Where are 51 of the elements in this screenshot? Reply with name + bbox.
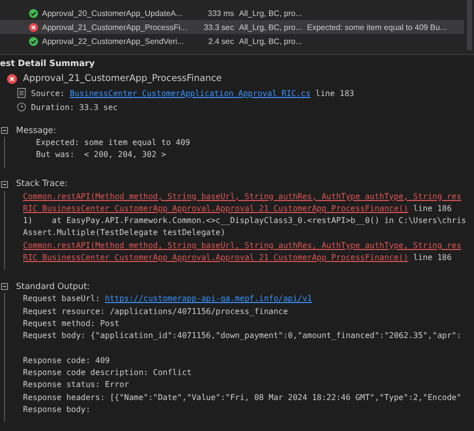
test-duration: 2.4 sec [207, 36, 234, 46]
section-title: Standard Output: [16, 282, 90, 292]
output-text: Request resource: /applications/4071156/process_finance [23, 306, 288, 316]
source-label: Source: [31, 88, 65, 98]
collapse-icon[interactable] [1, 127, 8, 134]
test-traits: All_Lrg, BC, pro... [239, 8, 304, 18]
test-duration: 33.3 sec [202, 22, 234, 32]
test-name: Approval_22_CustomerApp_SendVeri... [42, 36, 185, 46]
passed-check-icon [29, 36, 38, 46]
stack-frame-link[interactable]: Common.restAPI(Method method, String baseUrl, String authRes, AuthType authType, String res [23, 240, 462, 250]
stack-frame-link[interactable]: Common.restAPI(Method method, String baseUrl, String authRes, AuthType authType, String res [23, 192, 462, 201]
output-text: Request body: {"application_id":4071156,"down_payment":0,"amount_financed":"2062.35","apr": [23, 331, 462, 340]
section-title: Stack Trace: [16, 179, 68, 190]
scrollbar[interactable] [467, 0, 472, 50]
duration-text: Duration: 33.3 sec [31, 102, 118, 112]
output-text: Request method: Post [23, 318, 120, 328]
document-icon [17, 88, 26, 98]
test-name: Approval_21_CustomerApp_ProcessFi... [42, 22, 188, 32]
source-line: line 183 [316, 88, 354, 98]
output-text: Response body: [23, 405, 90, 414]
stack-frame-link[interactable]: RIC_BusinessCenter_CustomerApp_Approval.Approval_21_CustomerApp_ProcessFinance() [23, 204, 408, 213]
test-traits: All_Lrg, BC, pro... [239, 22, 304, 32]
test-name: Approval_20_CustomerApp_UpdateA... [42, 8, 184, 18]
output-text: 1) at EasyPay.API.Framework.Common.<>c__DisplayClass3_0.<restAPI>b__0() in C:\Users\chris [23, 216, 466, 226]
output-text: Response code description: Conflict [23, 368, 192, 378]
test-error-message: Expected: some item equal to 409 Bu... [307, 22, 447, 32]
output-text: Response code: 409 [23, 356, 110, 365]
output-text: line 186 [412, 253, 452, 262]
clock-icon [17, 102, 26, 112]
source-link[interactable]: BusinessCenter_CustomerApplication_Approval_RIC.cs [70, 88, 311, 98]
failed-x-icon [29, 22, 38, 32]
url-link[interactable]: https://customerapp-api-qa.mepf.info/api/v1 [104, 294, 312, 304]
test-row[interactable]: Approval_21_CustomerApp_ProcessFi... 33.3 sec All_Lrg, BC, pro... Expected: some item equal to 409 Bu... [0, 20, 464, 34]
panel-title: est Detail Summary [0, 58, 96, 71]
collapse-icon[interactable] [1, 283, 8, 290]
stack-frame-link[interactable]: RIC_BusinessCenter_CustomerApp_Approval.Approval_21_CustomerApp_ProcessFinance() [23, 253, 408, 262]
section-title: Message: [16, 126, 56, 136]
output-text: Request baseUrl: [23, 294, 102, 304]
passed-check-icon [29, 8, 38, 18]
output-text: line 186 [412, 204, 452, 213]
test-duration: 333 ms [206, 8, 234, 18]
output-text: But was: < 200, 204, 302 > [36, 150, 166, 160]
test-row[interactable]: Approval_22_CustomerApp_SendVeri... 2.4 sec All_Lrg, BC, pro... [0, 34, 464, 48]
test-row[interactable]: Approval_20_CustomerApp_UpdateA... 333 ms All_Lrg, BC, pro... [0, 6, 464, 20]
test-title: Approval_21_CustomerApp_ProcessFinance [23, 73, 222, 84]
output-text: Response headers: [{"Name":"Date","Value":"Fri, 08 Mar 2024 18:22:46 GMT","Type":2,"Encode" [23, 392, 462, 402]
output-text: Expected: some item equal to 409 [36, 138, 190, 147]
collapse-icon[interactable] [1, 180, 8, 188]
output-text: Response status: Error [23, 380, 129, 390]
output-text: Assert.Multiple(TestDelegate testDelegate) [23, 228, 226, 238]
test-traits: All_Lrg, BC, pro... [239, 36, 304, 46]
